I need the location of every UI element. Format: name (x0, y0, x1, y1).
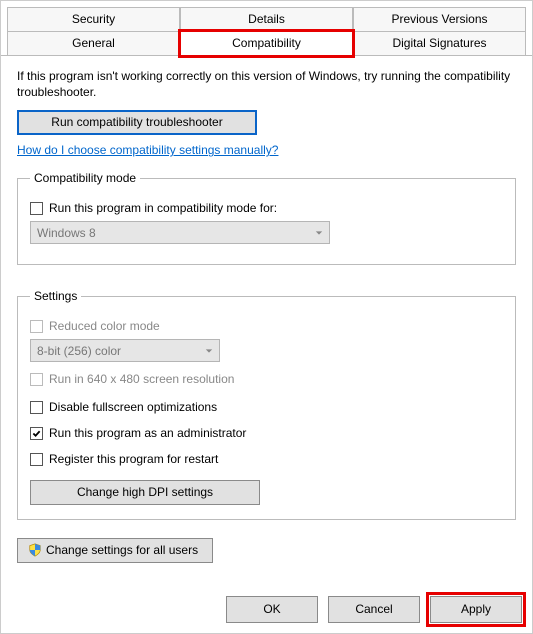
cancel-button[interactable]: Cancel (328, 596, 420, 623)
run-as-admin-label: Run this program as an administrator (49, 426, 246, 440)
dialog-button-bar: OK Cancel Apply (226, 596, 522, 623)
check-icon (32, 429, 41, 438)
ok-button[interactable]: OK (226, 596, 318, 623)
compatibility-mode-group: Compatibility mode Run this program in c… (17, 171, 516, 265)
tab-content: If this program isn't working correctly … (1, 55, 532, 571)
tab-row-2: General Compatibility Digital Signatures (7, 31, 526, 56)
settings-legend: Settings (30, 289, 81, 303)
tab-row-1: Security Details Previous Versions (7, 7, 526, 31)
reduced-color-label: Reduced color mode (49, 319, 160, 333)
change-all-users-button[interactable]: Change settings for all users (17, 538, 213, 563)
shield-icon (28, 543, 42, 557)
tab-area: Security Details Previous Versions Gener… (1, 1, 532, 56)
compat-mode-combo[interactable]: Windows 8 (30, 221, 330, 244)
compat-mode-checkbox[interactable] (30, 202, 43, 215)
tab-digital-signatures[interactable]: Digital Signatures (353, 31, 526, 56)
apply-button[interactable]: Apply (430, 596, 522, 623)
register-restart-label: Register this program for restart (49, 452, 218, 466)
register-restart-checkbox[interactable] (30, 453, 43, 466)
run-as-admin-checkbox[interactable] (30, 427, 43, 440)
chevron-down-icon (205, 347, 213, 355)
properties-dialog: Security Details Previous Versions Gener… (0, 0, 533, 634)
tab-details[interactable]: Details (180, 7, 353, 31)
run-640-label: Run in 640 x 480 screen resolution (49, 372, 234, 386)
help-link[interactable]: How do I choose compatibility settings m… (17, 143, 278, 157)
disable-fullscreen-label: Disable fullscreen optimizations (49, 400, 217, 414)
tab-previous-versions[interactable]: Previous Versions (353, 7, 526, 31)
tab-general[interactable]: General (7, 31, 180, 56)
chevron-down-icon (315, 229, 323, 237)
intro-text: If this program isn't working correctly … (17, 68, 516, 100)
compat-mode-checkbox-label: Run this program in compatibility mode f… (49, 201, 277, 215)
disable-fullscreen-checkbox[interactable] (30, 401, 43, 414)
compat-mode-combo-value: Windows 8 (37, 226, 96, 240)
settings-group: Settings Reduced color mode 8-bit (256) … (17, 289, 516, 520)
tab-compatibility[interactable]: Compatibility (180, 31, 353, 56)
tab-security[interactable]: Security (7, 7, 180, 31)
color-mode-combo: 8-bit (256) color (30, 339, 220, 362)
color-mode-value: 8-bit (256) color (37, 344, 121, 358)
run-640-checkbox (30, 373, 43, 386)
reduced-color-checkbox (30, 320, 43, 333)
run-troubleshooter-button[interactable]: Run compatibility troubleshooter (17, 110, 257, 135)
change-all-users-label: Change settings for all users (46, 543, 198, 557)
change-dpi-button[interactable]: Change high DPI settings (30, 480, 260, 505)
compat-mode-legend: Compatibility mode (30, 171, 140, 185)
